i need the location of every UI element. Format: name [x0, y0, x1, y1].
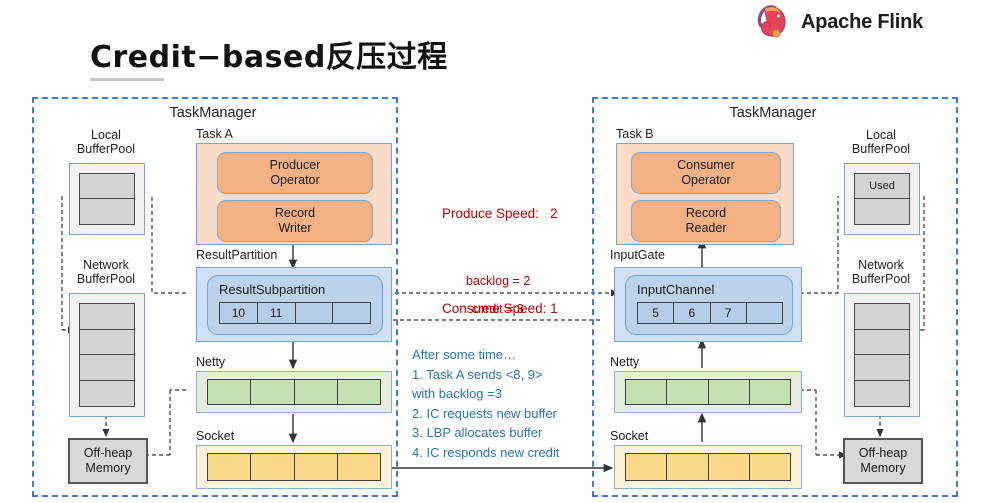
task-b-box: Consumer Operator Record Reader [616, 143, 794, 245]
page-title: Credit−based反压过程 [90, 40, 448, 75]
buffer-cell: 11 [257, 303, 296, 323]
pool-cell [80, 199, 134, 224]
steps-annotation: After some time… 1. Task A sends <8, 9> … [412, 345, 612, 462]
task-a-label: Task A [196, 127, 233, 141]
result-subpartition-cells: 10 11 [219, 302, 371, 324]
left-netty-cells [207, 379, 381, 405]
input-gate-label: InputGate [610, 248, 665, 262]
left-local-bufferpool [69, 163, 145, 235]
buffer-cell [333, 303, 370, 323]
right-socket-label: Socket [610, 429, 649, 443]
pool-cell [855, 330, 909, 355]
result-partition-label: ResultPartition [196, 248, 278, 262]
left-local-bufferpool-label: Local BufferPool [76, 128, 136, 156]
right-offheap-memory: Off-heap Memory [843, 438, 923, 484]
result-subpartition-label: ResultSubpartition [219, 282, 326, 297]
buffer-cell [294, 380, 338, 404]
steps-heading: After some time… [412, 347, 517, 362]
task-b-label: Task B [616, 127, 654, 141]
taskmanager-left-title: TaskManager [169, 105, 257, 121]
buffer-cell: 6 [674, 303, 711, 323]
flink-brand: Apache Flink [752, 4, 923, 40]
buffer-cell [749, 454, 790, 480]
left-network-bufferpool-label: Network BufferPool [76, 258, 136, 286]
right-network-bufferpool-label: Network BufferPool [851, 258, 911, 286]
buffer-cell [626, 454, 668, 480]
credit-label: credit = 3 [472, 302, 524, 316]
record-writer-box: Record Writer [217, 200, 373, 242]
pool-cell-used: Used [855, 174, 909, 199]
buffer-cell [208, 454, 252, 480]
right-netty-cells [625, 379, 791, 405]
buffer-cell [746, 303, 782, 323]
step-item: 1. Task A sends <8, 9> [412, 366, 543, 382]
buffer-cell [337, 454, 380, 480]
left-network-bufferpool [69, 293, 145, 417]
step-item: 3. LBP allocates buffer [412, 425, 543, 440]
right-network-bufferpool [844, 293, 920, 417]
right-socket-box [614, 445, 802, 489]
buffer-cell [749, 380, 790, 404]
brand-label: Apache Flink [801, 10, 924, 33]
step-item: 4. IC responds new credit [412, 444, 560, 460]
buffer-cell [251, 454, 295, 480]
pool-cell [855, 381, 909, 407]
step-item: with backlog =3 [412, 386, 502, 401]
pool-cell [80, 174, 134, 199]
buffer-cell [295, 303, 334, 323]
buffer-cell [251, 380, 295, 404]
right-local-bufferpool-label: Local BufferPool [851, 128, 911, 156]
buffer-cell [337, 380, 380, 404]
buffer-cell: 7 [710, 303, 747, 323]
producer-operator-box: Producer Operator [217, 152, 373, 194]
task-a-box: Producer Operator Record Writer [196, 143, 392, 245]
left-offheap-memory: Off-heap Memory [68, 438, 148, 484]
pool-cell [855, 199, 909, 224]
left-socket-box [196, 445, 392, 489]
consumer-operator-box: Consumer Operator [631, 152, 781, 194]
result-subpartition-box: ResultSubpartition 10 11 [207, 275, 383, 335]
record-reader-box: Record Reader [631, 200, 781, 242]
buffer-cell [208, 380, 252, 404]
buffer-cell [294, 454, 338, 480]
pool-cell [80, 355, 134, 381]
buffer-cell [708, 454, 750, 480]
right-netty-label: Netty [610, 355, 640, 369]
backlog-label: backlog = 2 [466, 274, 531, 288]
produce-speed-line: Produce Speed: 2 [442, 206, 558, 221]
pool-cell [80, 381, 134, 407]
left-socket-label: Socket [196, 429, 235, 443]
left-netty-box [196, 371, 392, 413]
flink-squirrel-logo-icon [752, 4, 792, 40]
speed-annotation: Produce Speed: 2 Consume Speed: 1 [427, 147, 558, 356]
input-channel-cells: 5 6 7 [637, 302, 783, 324]
buffer-cell: 5 [638, 303, 675, 323]
taskmanager-right-title: TaskManager [729, 105, 817, 121]
input-channel-label: InputChannel [637, 282, 715, 297]
left-socket-cells [207, 453, 381, 481]
pool-cell [855, 304, 909, 330]
input-channel-box: InputChannel 5 6 7 [625, 275, 793, 335]
pool-cell [855, 355, 909, 381]
buffer-cell [626, 380, 668, 404]
result-partition-box: ResultSubpartition 10 11 [196, 267, 392, 342]
input-gate-box: InputChannel 5 6 7 [614, 267, 802, 342]
step-item: 2. IC requests new buffer [412, 405, 558, 421]
buffer-cell: 10 [220, 303, 258, 323]
buffer-cell [667, 454, 709, 480]
right-socket-cells [625, 453, 791, 481]
left-netty-label: Netty [196, 355, 226, 369]
title-underline [90, 78, 164, 81]
right-netty-box [614, 371, 802, 413]
buffer-cell [667, 380, 709, 404]
pool-cell [80, 304, 134, 330]
buffer-cell [708, 380, 750, 404]
right-local-bufferpool: Used [844, 163, 920, 235]
pool-cell [80, 330, 134, 355]
